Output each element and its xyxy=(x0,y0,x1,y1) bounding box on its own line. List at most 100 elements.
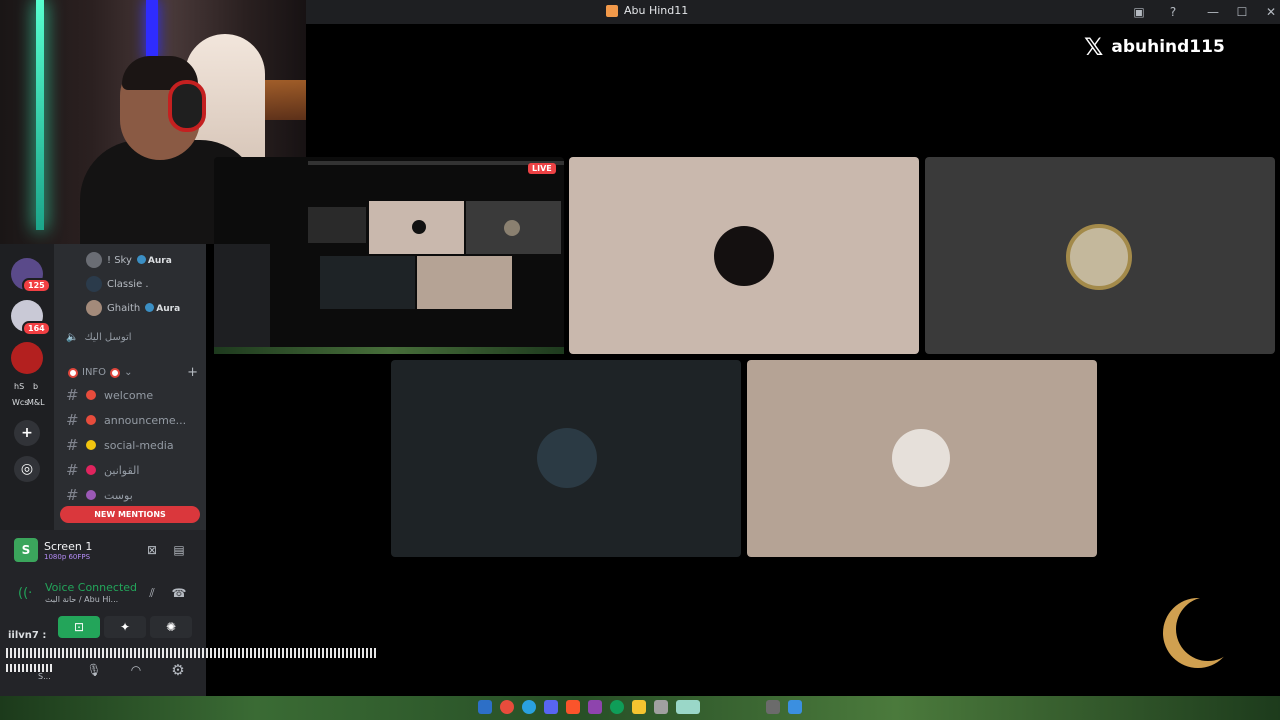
windows-start-icon[interactable] xyxy=(788,700,802,714)
signal-icon[interactable]: ((· xyxy=(18,586,32,601)
channel-name: بوست xyxy=(104,488,133,502)
discord-icon[interactable] xyxy=(544,700,558,714)
member-name: ! Sky xyxy=(107,254,132,266)
headphones-icon[interactable]: ◠ xyxy=(128,662,144,678)
activities-button[interactable]: ✦ xyxy=(104,616,146,638)
pushpin-icon xyxy=(86,415,96,425)
create-channel-icon[interactable]: + xyxy=(187,365,198,380)
folder-icon[interactable] xyxy=(632,700,646,714)
voice-status: Voice Connected xyxy=(45,581,138,594)
stream-tile-participant[interactable] xyxy=(569,157,919,354)
app-icon xyxy=(606,4,618,17)
chevron-down-icon: ⌄ xyxy=(124,367,133,378)
app-icon[interactable] xyxy=(654,700,668,714)
hash-icon: # xyxy=(66,386,79,404)
hash-icon: # xyxy=(66,436,79,454)
stop-stream-icon[interactable]: ⊠ xyxy=(144,542,160,558)
new-mentions-button[interactable]: NEW MENTIONS xyxy=(60,506,200,523)
robot-icon xyxy=(86,490,96,500)
disconnect-icon[interactable]: ☎ xyxy=(171,585,187,601)
voice-channel[interactable]: 🔈 اتوسل اليك xyxy=(66,332,132,343)
server-icon[interactable] xyxy=(11,342,43,374)
speaker-icon: 🔈 xyxy=(66,332,79,343)
server-label[interactable]: hS xyxy=(14,382,24,391)
server-label[interactable]: M&L xyxy=(27,398,45,407)
aura-badge: Aura xyxy=(145,302,180,314)
edge-icon[interactable] xyxy=(610,700,624,714)
server-label[interactable]: Wcs xyxy=(12,398,28,407)
avatar xyxy=(892,429,950,487)
close-button[interactable]: ✕ xyxy=(1262,3,1280,21)
avatar xyxy=(86,252,102,268)
circle-icon xyxy=(86,465,96,475)
avatar xyxy=(1066,224,1132,290)
search-icon[interactable] xyxy=(766,700,780,714)
channel-welcome[interactable]: # welcome xyxy=(66,386,153,404)
microphone-icon[interactable]: 🎙 xyxy=(86,662,102,678)
channel-name: social-media xyxy=(104,438,174,452)
start-icon[interactable] xyxy=(478,700,492,714)
telegram-icon[interactable] xyxy=(522,700,536,714)
voice-channel-path[interactable]: حانة البث / Abu Hi... xyxy=(45,595,118,604)
hash-icon: # xyxy=(66,461,79,479)
stream-quality: 1080p 60FPS xyxy=(44,552,91,561)
x-handle-overlay: 𝕏 abuhind115 xyxy=(1084,33,1225,61)
soundboard-button[interactable]: ✺ xyxy=(150,616,192,638)
screen-share-status: S Screen 1 1080p 60FPS xyxy=(14,538,92,562)
stream-tile-participant[interactable] xyxy=(925,157,1275,354)
screen-title: Screen 1 xyxy=(44,539,93,553)
category-label: INFO xyxy=(82,367,107,378)
x-handle: abuhind115 xyxy=(1111,37,1225,57)
server-label[interactable]: b xyxy=(33,382,38,391)
channel-announcements[interactable]: # announceme... xyxy=(66,411,186,429)
hash-icon: # xyxy=(66,486,79,504)
avatar xyxy=(714,226,774,286)
noise-suppression-icon[interactable]: ⫽ xyxy=(144,585,160,601)
channel-post[interactable]: # بوست xyxy=(66,486,133,504)
windows-taskbar xyxy=(0,696,1280,720)
app-icon[interactable] xyxy=(588,700,602,714)
mention-badge: 125 xyxy=(22,278,51,293)
member-name: Classie . xyxy=(107,278,149,290)
share-screen-button[interactable]: ⊡ xyxy=(58,616,100,638)
channel-social-media[interactable]: # social-media xyxy=(66,436,174,454)
window-title-bar: Abu Hind11 ▣ ? — ☐ ✕ xyxy=(306,0,1280,24)
help-icon[interactable]: ? xyxy=(1164,3,1182,21)
username: iilvn7 : xyxy=(8,630,47,641)
no-entry-icon xyxy=(110,367,121,378)
brave-icon[interactable] xyxy=(566,700,580,714)
voice-member[interactable]: ! Sky Aura xyxy=(86,252,172,268)
voice-channel-name: اتوسل اليك xyxy=(84,332,132,343)
audio-waveform xyxy=(6,648,376,658)
stream-tile-nested[interactable] xyxy=(214,157,564,354)
mention-badge: 164 xyxy=(22,321,51,336)
weather-icon[interactable] xyxy=(676,700,700,714)
channel-name: announceme... xyxy=(104,413,187,427)
window-title: Abu Hind11 xyxy=(624,4,689,17)
channel-list: ! Sky Aura Classie . Ghaith Aura 🔈 اتوسل… xyxy=(54,244,206,530)
stream-tile-participant[interactable] xyxy=(391,360,741,557)
member-name: Ghaith xyxy=(107,302,141,314)
settings-gear-icon[interactable]: ⚙ xyxy=(170,661,186,679)
add-server-icon[interactable]: + xyxy=(14,420,40,446)
stream-tile-participant[interactable] xyxy=(747,360,1097,557)
browser-icon[interactable] xyxy=(500,700,514,714)
hash-icon: # xyxy=(66,411,79,429)
crescent-moon-decoration xyxy=(1163,598,1233,668)
live-badge: LIVE xyxy=(528,163,556,174)
channel-category[interactable]: INFO ⌄ + xyxy=(68,365,198,380)
explore-icon[interactable]: ◎ xyxy=(14,456,40,482)
pin-icon xyxy=(86,390,96,400)
voice-member[interactable]: Classie . xyxy=(86,276,149,292)
screen-thumbnail: S xyxy=(14,538,38,562)
maximize-button[interactable]: ☐ xyxy=(1233,3,1251,21)
channel-rules[interactable]: # القوانين xyxy=(66,461,139,479)
inbox-icon[interactable]: ▣ xyxy=(1130,3,1148,21)
clip-icon[interactable]: ▤ xyxy=(171,542,187,558)
avatar xyxy=(86,276,102,292)
voice-member[interactable]: Ghaith Aura xyxy=(86,300,180,316)
audio-waveform xyxy=(6,664,52,672)
no-entry-icon xyxy=(68,367,78,378)
minimize-button[interactable]: — xyxy=(1204,3,1222,21)
avatar xyxy=(537,428,597,488)
